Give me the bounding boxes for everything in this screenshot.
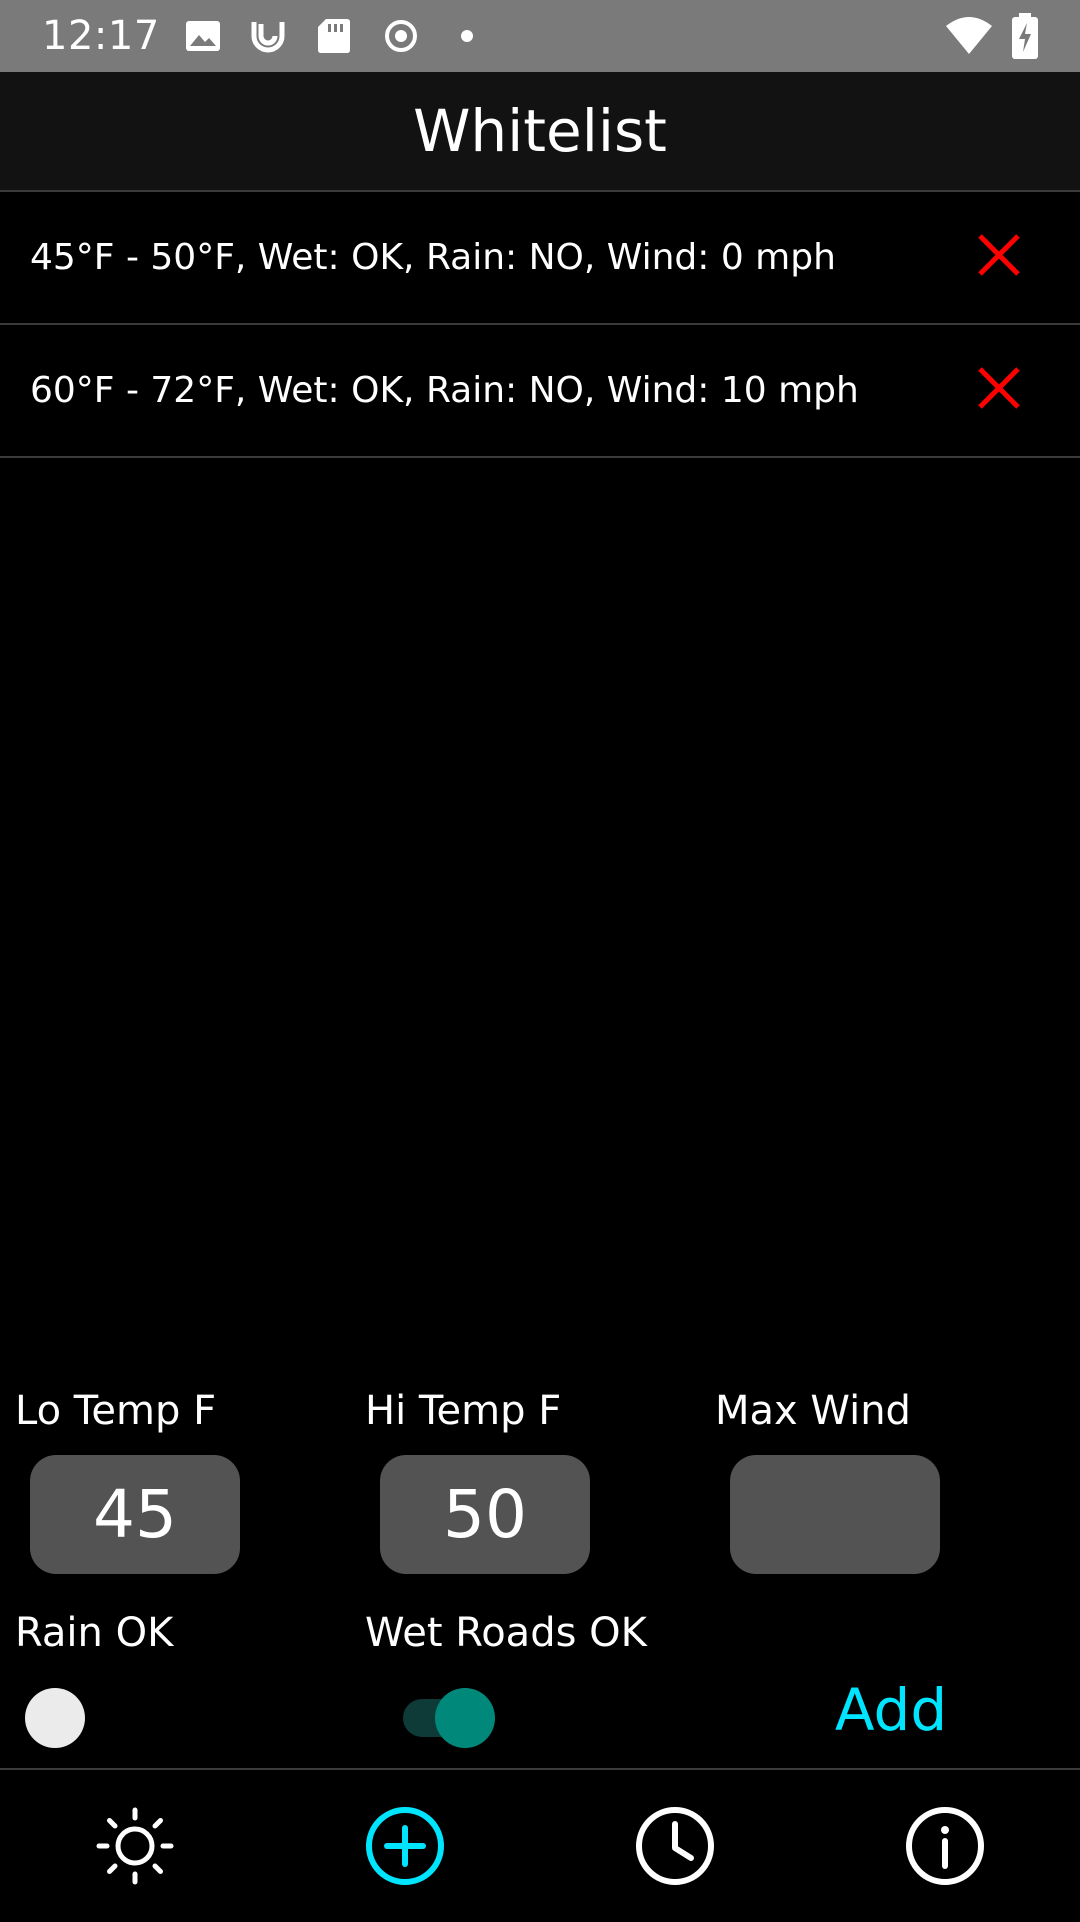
max-wind-input[interactable]: [730, 1455, 940, 1574]
wifi-icon: [946, 17, 992, 54]
app-bar: Whitelist: [0, 72, 1080, 192]
sd-card-icon: [318, 19, 350, 53]
add-button[interactable]: Add: [816, 1670, 966, 1750]
list-item: 45°F - 50°F, Wet: OK, Rain: NO, Wind: 0 …: [0, 192, 1080, 325]
delete-icon[interactable]: [974, 363, 1024, 413]
dot-icon: [461, 30, 473, 42]
lo-temp-input[interactable]: [30, 1455, 240, 1574]
list-item: 60°F - 72°F, Wet: OK, Rain: NO, Wind: 10…: [0, 325, 1080, 458]
status-time: 12:17: [42, 13, 160, 59]
wet-roads-ok-label: Wet Roads OK: [365, 1610, 647, 1656]
max-wind-label: Max Wind: [715, 1388, 911, 1434]
bottom-nav: [0, 1768, 1080, 1922]
image-icon: [186, 21, 220, 51]
whitelist-list: 45°F - 50°F, Wet: OK, Rain: NO, Wind: 0 …: [0, 192, 1080, 458]
nav-item-schedule[interactable]: [540, 1770, 810, 1922]
battery-charging-icon: [1012, 13, 1038, 59]
nav-item-info[interactable]: [810, 1770, 1080, 1922]
info-icon: [906, 1807, 984, 1885]
rain-ok-label: Rain OK: [15, 1610, 174, 1656]
rain-ok-switch[interactable]: [25, 1683, 125, 1748]
delete-icon[interactable]: [974, 230, 1024, 280]
status-bar: 12:17: [0, 0, 1080, 72]
hi-temp-label: Hi Temp F: [365, 1388, 562, 1434]
wet-roads-ok-switch[interactable]: [395, 1683, 495, 1748]
switch-thumb: [25, 1688, 85, 1748]
clock-icon: [636, 1807, 714, 1885]
record-icon: [385, 20, 417, 52]
hi-temp-input[interactable]: [380, 1455, 590, 1574]
add-circle-icon: [366, 1807, 444, 1885]
list-item-label: 60°F - 72°F, Wet: OK, Rain: NO, Wind: 10…: [30, 370, 859, 411]
switch-thumb: [435, 1688, 495, 1748]
nav-item-weather[interactable]: [0, 1770, 270, 1922]
lo-temp-label: Lo Temp F: [15, 1388, 217, 1434]
list-item-label: 45°F - 50°F, Wet: OK, Rain: NO, Wind: 0 …: [30, 237, 836, 278]
nav-item-whitelist[interactable]: [270, 1770, 540, 1922]
refresh-icon: [251, 22, 285, 53]
sun-icon: [96, 1807, 174, 1885]
page-title: Whitelist: [413, 97, 667, 165]
